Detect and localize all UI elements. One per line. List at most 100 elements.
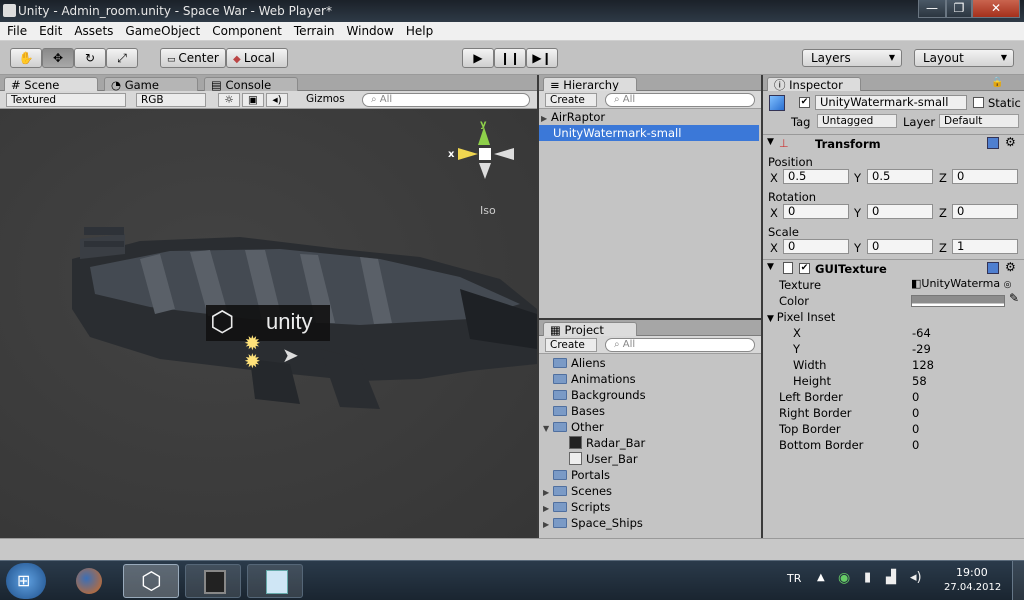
step-button[interactable]: ▶❙ <box>526 48 558 68</box>
expand-arrow-icon[interactable]: ▶ <box>543 517 553 533</box>
collapse-arrow-icon[interactable]: ▼ <box>767 137 774 147</box>
pivot-local-button[interactable]: ◆ Local <box>226 48 288 68</box>
active-checkbox[interactable]: ✔ <box>799 97 810 108</box>
collapse-arrow-icon[interactable]: ▼ <box>767 314 777 324</box>
image-toggle[interactable]: ▣ <box>242 93 264 107</box>
menu-window[interactable]: Window <box>340 22 399 38</box>
taskbar-app[interactable] <box>185 564 241 598</box>
menu-edit[interactable]: Edit <box>32 22 67 38</box>
show-desktop-button[interactable] <box>1012 561 1024 600</box>
tab-game[interactable]: ◔ Game <box>104 77 198 92</box>
inset-x-value[interactable]: -64 <box>912 326 931 340</box>
tag-dropdown[interactable]: Untagged <box>817 114 897 128</box>
project-asset-item[interactable]: Radar_Bar <box>569 435 645 451</box>
lighting-toggle[interactable]: ☼ <box>218 93 240 107</box>
gizmo-y-arrow[interactable] <box>478 127 490 145</box>
maximize-button[interactable]: ❐ <box>946 0 972 18</box>
tab-inspector[interactable]: ⓘ Inspector <box>767 77 861 92</box>
project-search-input[interactable]: ⌕ All <box>605 338 755 352</box>
gear-icon[interactable]: ⚙ <box>1005 135 1016 149</box>
hierarchy-search-input[interactable]: ⌕ All <box>605 93 755 107</box>
taskbar-unity[interactable]: ⬡ <box>123 564 179 598</box>
menu-gameobject[interactable]: GameObject <box>118 22 205 38</box>
volume-icon[interactable]: ◂) <box>910 570 922 585</box>
hand-tool-button[interactable]: ✋ <box>10 48 42 68</box>
light-gizmo-icon-2[interactable]: ✹ <box>244 349 261 373</box>
layers-dropdown[interactable]: Layers <box>802 49 902 67</box>
project-folder-item[interactable]: Portals <box>543 467 610 483</box>
clock-date[interactable]: 27.04.2012 <box>944 582 1001 593</box>
layout-dropdown[interactable]: Layout <box>914 49 1014 67</box>
render-mode-dropdown[interactable]: Textured <box>6 93 126 107</box>
battery-icon[interactable]: ▮ <box>864 570 871 585</box>
collapse-arrow-icon[interactable]: ▼ <box>767 262 774 272</box>
projection-label[interactable]: Iso <box>480 204 496 217</box>
width-value[interactable]: 128 <box>912 358 934 372</box>
audio-toggle[interactable]: ◂) <box>266 93 288 107</box>
eyedropper-icon[interactable]: ✎ <box>1009 291 1019 305</box>
menu-terrain[interactable]: Terrain <box>287 22 340 38</box>
show-hidden-icons[interactable]: ▲ <box>817 572 825 583</box>
hierarchy-item-selected[interactable]: UnityWatermark-small <box>539 125 759 141</box>
help-book-icon[interactable] <box>987 137 999 149</box>
scene-search-input[interactable]: ⌕ All <box>362 93 530 107</box>
taskbar-notepad[interactable] <box>247 564 303 598</box>
tab-console[interactable]: ▤ Console <box>204 77 298 92</box>
gizmos-dropdown[interactable]: Gizmos <box>302 93 354 107</box>
bottom-border-value[interactable]: 0 <box>912 438 919 452</box>
texture-field[interactable]: ◧UnityWaterma ◎ <box>911 277 1024 291</box>
pivot-center-button[interactable]: ▭ Center <box>160 48 226 68</box>
tab-scene[interactable]: # Scene <box>4 77 98 92</box>
scale-tool-button[interactable]: ⤢ <box>106 48 138 68</box>
tab-project[interactable]: ▦ Project <box>543 322 637 337</box>
object-picker-icon[interactable]: ◎ <box>1004 280 1012 290</box>
start-button[interactable]: ⊞ <box>6 563 46 599</box>
rotation-y-input[interactable]: 0 <box>867 204 933 219</box>
play-button[interactable]: ▶ <box>462 48 494 68</box>
height-value[interactable]: 58 <box>912 374 927 388</box>
inset-y-value[interactable]: -29 <box>912 342 931 356</box>
static-checkbox[interactable] <box>973 97 984 108</box>
guitexture-header[interactable]: ▼ ✔ GUITexture ⚙ <box>763 259 1024 277</box>
unity-watermark[interactable]: ⬡ unity <box>206 305 330 341</box>
help-book-icon[interactable] <box>987 262 999 274</box>
gizmo-neg-x-arrow[interactable] <box>494 148 514 160</box>
project-folder-item[interactable]: ▼ Other <box>543 419 604 435</box>
position-x-input[interactable]: 0.5 <box>783 169 849 184</box>
project-folder-item[interactable]: ▶ Scenes <box>543 483 612 499</box>
color-mode-dropdown[interactable]: RGB <box>136 93 206 107</box>
tab-hierarchy[interactable]: ≡ Hierarchy <box>543 77 637 92</box>
right-border-value[interactable]: 0 <box>912 406 919 420</box>
gizmo-center-cube[interactable] <box>479 148 491 160</box>
taskbar-firefox[interactable] <box>60 564 116 598</box>
scene-viewport[interactable]: ⬡ unity ✹ ✹ ➤ y x Iso <box>0 109 537 538</box>
language-indicator[interactable]: TR <box>787 572 801 585</box>
rotate-tool-button[interactable]: ↻ <box>74 48 106 68</box>
gizmo-x-arrow[interactable] <box>458 148 478 160</box>
color-swatch[interactable] <box>911 295 1005 307</box>
project-folder-item[interactable]: ▶ Space_Ships <box>543 515 643 531</box>
project-asset-item[interactable]: User_Bar <box>569 451 638 467</box>
scale-y-input[interactable]: 0 <box>867 239 933 254</box>
lock-icon[interactable]: 🔒 <box>991 77 1003 88</box>
gear-icon[interactable]: ⚙ <box>1005 260 1016 274</box>
network-icon[interactable]: ◉ <box>838 570 850 586</box>
project-folder-item[interactable]: Aliens <box>543 355 606 371</box>
menu-help[interactable]: Help <box>399 22 438 38</box>
minimize-button[interactable]: — <box>918 0 946 18</box>
project-folder-item[interactable]: Bases <box>543 403 605 419</box>
transform-header[interactable]: ▼ ⊥ Transform ⚙ <box>763 134 1024 152</box>
close-button[interactable]: ✕ <box>972 0 1020 18</box>
component-enabled-checkbox[interactable]: ✔ <box>799 263 810 274</box>
pause-button[interactable]: ❙❙ <box>494 48 526 68</box>
position-z-input[interactable]: 0 <box>952 169 1018 184</box>
hierarchy-item[interactable]: ▶ AirRaptor <box>541 109 759 125</box>
top-border-value[interactable]: 0 <box>912 422 919 436</box>
layer-dropdown[interactable]: Default <box>939 114 1019 128</box>
gizmo-neg-y-arrow[interactable] <box>479 163 491 179</box>
clock-time[interactable]: 19:00 <box>956 566 988 579</box>
expanded-arrow-icon[interactable]: ▼ <box>543 421 553 437</box>
signal-icon[interactable]: ▟ <box>886 570 896 585</box>
project-folder-item[interactable]: Backgrounds <box>543 387 646 403</box>
project-folder-item[interactable]: Animations <box>543 371 636 387</box>
